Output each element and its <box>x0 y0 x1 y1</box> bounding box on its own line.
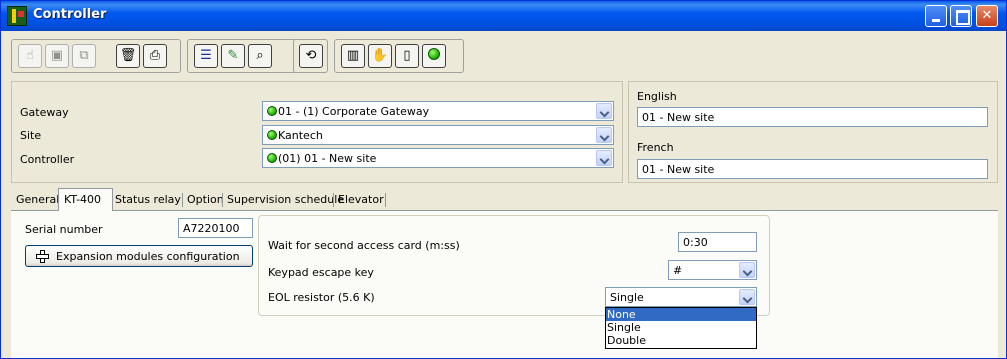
refresh-icon: ⟲ <box>305 48 317 63</box>
eol-option-single[interactable]: Single <box>606 321 756 334</box>
site-value-wrap: Kantech <box>267 129 323 142</box>
access-icon: ✋ <box>371 48 389 63</box>
status-green-icon <box>267 130 277 140</box>
refresh-button[interactable]: ⟲ <box>299 44 323 68</box>
copy-button[interactable]: ⧉ <box>72 44 96 68</box>
eol-resistor-label: EOL resistor (5.6 K) <box>268 291 375 304</box>
toolbar-group-refresh: ⟲ <box>293 39 328 73</box>
tab-supervision-schedule[interactable]: Supervision schedule <box>222 189 349 211</box>
expansion-modules-label: Expansion modules configuration <box>56 250 240 263</box>
controller-app-icon <box>7 6 27 26</box>
delete-icon: 🗑 <box>119 48 137 63</box>
traffic-light-icon: ▯ <box>403 48 411 63</box>
link-icon: ✎ <box>227 48 239 63</box>
copy-icon: ⧉ <box>79 48 89 63</box>
controller-value-wrap: (01) 01 - New site <box>267 152 376 165</box>
english-label: English <box>637 90 677 103</box>
french-description-input[interactable]: 01 - New site <box>637 159 988 179</box>
save-button[interactable]: ▣ <box>45 44 69 68</box>
list-button[interactable]: ☰ <box>194 44 218 68</box>
tab-separator <box>385 193 386 207</box>
gateway-value: 01 - (1) Corporate Gateway <box>278 105 430 118</box>
eol-option-none[interactable]: None <box>606 308 756 321</box>
status-green-icon <box>267 153 277 163</box>
toolbar-group-tools: ☰ ✎ ⌕ <box>187 39 297 73</box>
plus-icon <box>36 250 49 263</box>
serial-number-value: A7220100 <box>183 222 240 235</box>
status-green-icon <box>267 106 277 116</box>
chevron-down-icon[interactable] <box>596 127 612 143</box>
minimize-icon <box>926 6 946 26</box>
delete-button[interactable]: 🗑 <box>116 44 140 68</box>
controller-value: (01) 01 - New site <box>278 152 377 165</box>
find-button[interactable]: ⌕ <box>248 44 272 68</box>
save-icon: ▣ <box>50 48 64 63</box>
site-combobox[interactable]: Kantech <box>262 125 614 145</box>
link-button[interactable]: ✎ <box>221 44 245 68</box>
tab-elevator[interactable]: Elevator <box>333 189 389 211</box>
eol-resistor-value: Single <box>610 291 644 304</box>
controller-combobox[interactable]: (01) 01 - New site <box>262 148 614 168</box>
gateway-value-wrap: 01 - (1) Corporate Gateway <box>267 105 429 118</box>
eol-resistor-dropdown-list[interactable]: None Single Double <box>605 307 757 349</box>
title-bar[interactable]: Controller ✕ <box>1 1 1006 31</box>
new-icon: ☝ <box>26 48 34 63</box>
serial-number-label: Serial number <box>25 223 103 236</box>
tab-kt400[interactable]: KT-400 <box>58 188 113 211</box>
french-description-value: 01 - New site <box>642 163 715 176</box>
keypad-escape-key-label: Keypad escape key <box>268 266 374 279</box>
minimize-button[interactable] <box>925 5 947 27</box>
maximize-icon <box>951 6 971 26</box>
door-icon: ▥ <box>346 48 360 63</box>
chevron-down-icon[interactable] <box>596 150 612 166</box>
print-icon: ⎙ <box>149 48 161 63</box>
expansion-modules-button[interactable]: Expansion modules configuration <box>25 245 253 267</box>
list-icon: ☰ <box>200 48 212 63</box>
toolbar-group-edit: ☝ ▣ ⧉ 🗑 ⎙ <box>11 39 181 73</box>
english-description-input[interactable]: 01 - New site <box>637 107 988 127</box>
gateway-combobox[interactable]: 01 - (1) Corporate Gateway <box>262 101 614 121</box>
chevron-down-icon[interactable] <box>739 289 755 305</box>
wait-second-card-value: 0:30 <box>683 236 708 249</box>
english-description-value: 01 - New site <box>642 111 715 124</box>
eol-resistor-combobox[interactable]: Single <box>605 287 757 307</box>
keypad-escape-key-combobox[interactable]: # <box>668 260 757 280</box>
toolbar-group-controller: ▥ ✋ ▯ <box>334 39 464 73</box>
close-icon: ✕ <box>981 8 993 23</box>
wait-second-card-input[interactable]: 0:30 <box>678 232 757 252</box>
new-button[interactable]: ☝ <box>18 44 42 68</box>
site-value: Kantech <box>278 129 323 142</box>
status-button[interactable] <box>422 44 446 68</box>
tab-status-relay[interactable]: Status relay <box>110 189 186 211</box>
serial-number-input[interactable]: A7220100 <box>178 218 253 238</box>
eol-option-double[interactable]: Double <box>606 334 756 347</box>
door-button[interactable]: ▥ <box>341 44 365 68</box>
gateway-label: Gateway <box>20 106 69 119</box>
status-icon <box>423 45 445 67</box>
close-button[interactable]: ✕ <box>976 5 998 27</box>
wait-second-card-label: Wait for second access card (m:ss) <box>268 239 460 252</box>
print-button[interactable]: ⎙ <box>143 44 167 68</box>
maximize-button[interactable] <box>950 5 972 27</box>
controller-label: Controller <box>20 153 75 166</box>
window-title: Controller <box>33 7 107 22</box>
access-button[interactable]: ✋ <box>368 44 392 68</box>
site-label: Site <box>20 129 42 142</box>
find-icon: ⌕ <box>256 48 264 63</box>
traffic-light-button[interactable]: ▯ <box>395 44 419 68</box>
tab-general[interactable]: General <box>11 189 64 211</box>
french-label: French <box>637 141 674 154</box>
keypad-escape-key-value: # <box>673 264 683 277</box>
controller-window: Controller ✕ ☝ ▣ ⧉ 🗑 ⎙ ☰ ✎ ⌕ ⟲ ▥ ✋ ▯ Gat… <box>0 0 1007 359</box>
chevron-down-icon[interactable] <box>739 262 755 278</box>
chevron-down-icon[interactable] <box>596 103 612 119</box>
